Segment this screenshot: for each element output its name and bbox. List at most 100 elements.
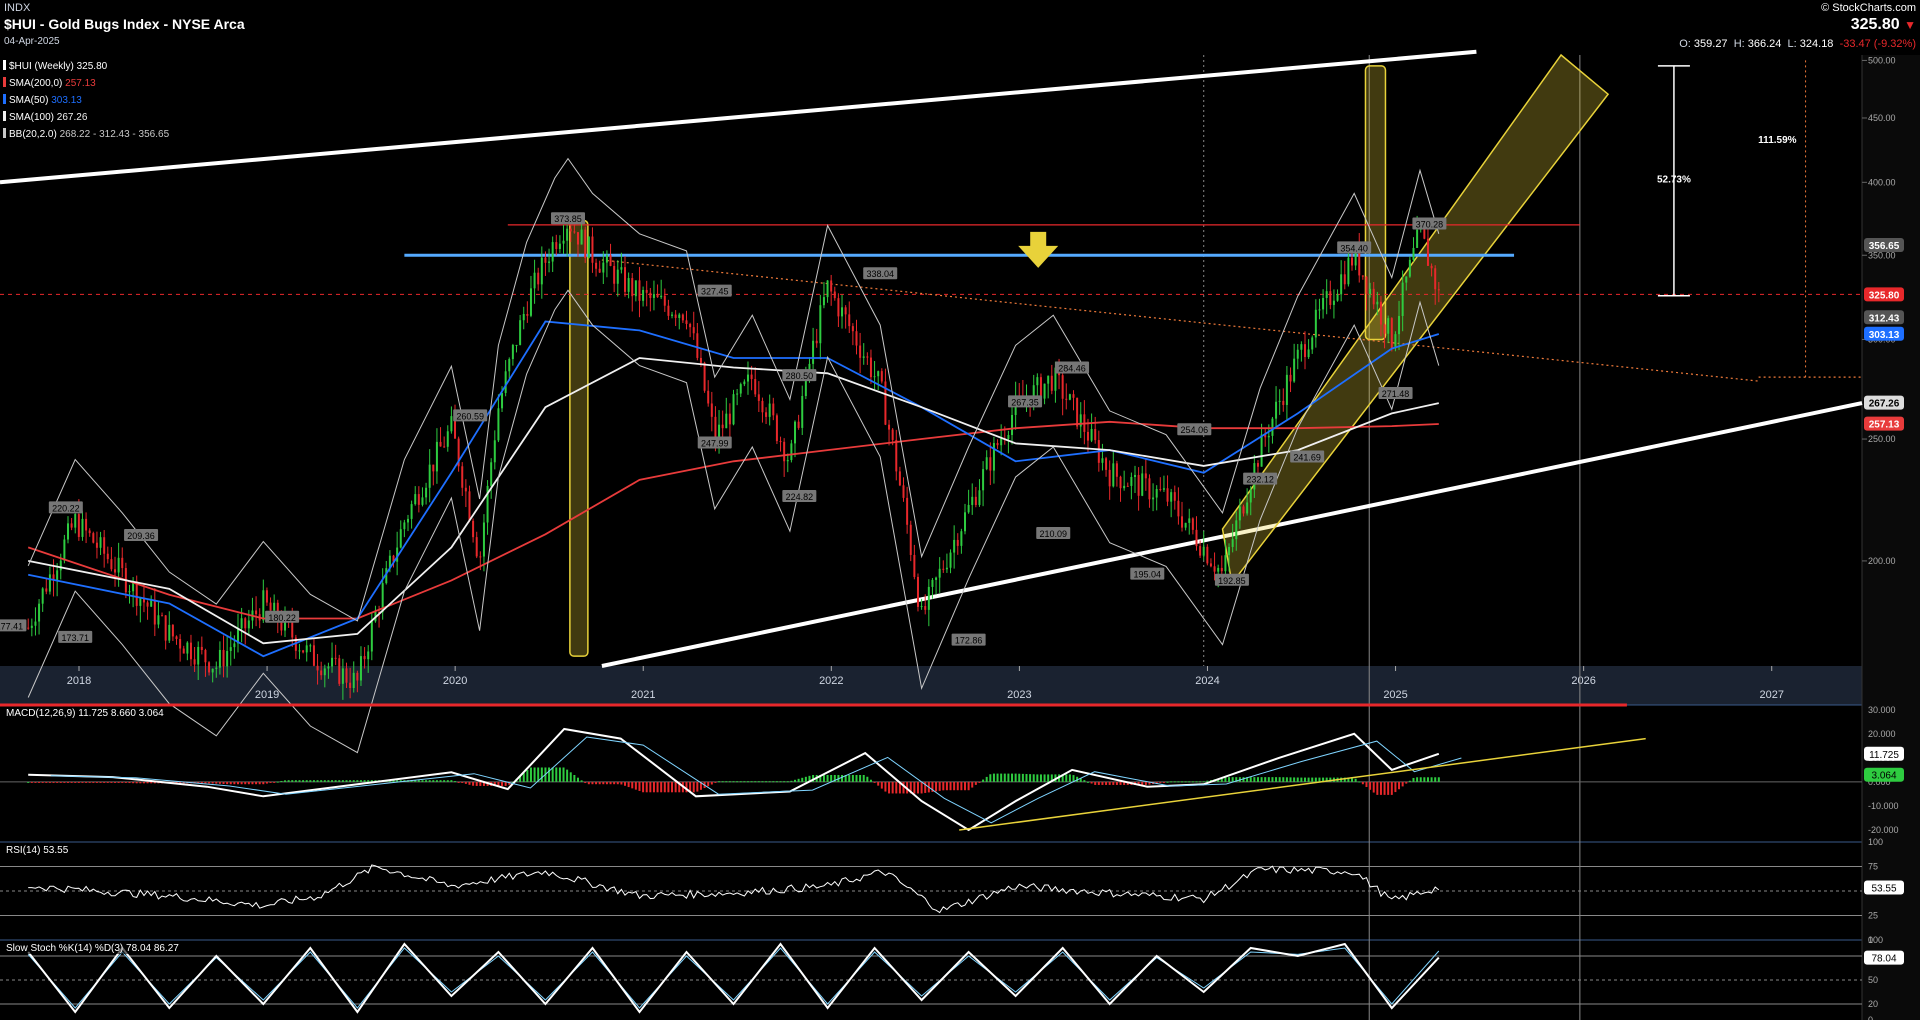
candle-body — [1238, 506, 1241, 521]
macd-histogram-bar — [645, 781, 648, 793]
candle-body — [963, 512, 966, 532]
candle-body — [833, 291, 836, 299]
macd-histogram-bar — [841, 774, 844, 782]
candle-body — [960, 531, 963, 546]
candle-body — [671, 314, 674, 316]
macd-histogram-bar — [1358, 781, 1361, 783]
candle-body — [674, 314, 677, 318]
candle-body — [779, 441, 782, 443]
macd-histogram-bar — [888, 781, 891, 794]
macd-histogram-bar — [1228, 777, 1231, 782]
candle-body — [529, 288, 532, 316]
macd-histogram-bar — [1430, 777, 1433, 782]
candle-body — [537, 272, 540, 285]
candle-body — [189, 642, 192, 660]
candle-body — [327, 666, 330, 669]
price-annotation: 173.71 — [61, 633, 89, 643]
macd-histogram-bar — [1361, 781, 1364, 785]
candle-body — [1387, 318, 1390, 334]
macd-histogram-bar — [106, 781, 109, 783]
candle-body — [754, 379, 757, 395]
candle-body — [1282, 400, 1285, 405]
candle-body — [406, 518, 409, 523]
macd-histogram-bar — [1173, 781, 1176, 783]
candle-body — [316, 665, 319, 671]
candle-body — [273, 602, 276, 611]
candle-body — [244, 618, 247, 629]
macd-histogram-bar — [1047, 774, 1050, 782]
macd-histogram-bar — [1184, 781, 1187, 783]
macd-histogram-bar — [1018, 773, 1021, 782]
candle-body — [605, 255, 608, 263]
macd-histogram-bar — [891, 781, 894, 794]
macd-histogram-bar — [63, 781, 66, 783]
candle-body — [81, 518, 84, 537]
candle-body — [171, 624, 174, 637]
candle-body — [841, 307, 844, 317]
macd-histogram-bar — [794, 779, 797, 782]
macd-histogram-bar — [1282, 777, 1285, 782]
macd-histogram-bar — [555, 767, 558, 782]
candle-body — [1408, 259, 1411, 277]
candle-body — [909, 524, 912, 555]
candle-body — [1307, 349, 1310, 358]
candle-body — [891, 429, 894, 440]
candle-body — [302, 650, 305, 653]
macd-marker-label: 11.725 — [1869, 750, 1899, 761]
chart-canvas[interactable]: 2018201920202021202220232024202520262027… — [0, 0, 1920, 1020]
macd-histogram-bar — [634, 781, 637, 790]
candle-body — [1267, 435, 1270, 438]
candle-body — [1126, 485, 1129, 487]
legend-swatch — [3, 94, 6, 104]
macd-histogram-bar — [229, 781, 232, 785]
macd-histogram-bar — [540, 767, 543, 782]
macd-histogram-bar — [1372, 781, 1375, 793]
candle-body — [982, 469, 985, 491]
macd-histogram-bar — [1119, 781, 1122, 785]
candle-body — [1072, 394, 1075, 398]
highlight-bar-2024 — [1364, 65, 1387, 341]
candle-body — [414, 494, 417, 505]
macd-histogram-bar — [765, 781, 768, 783]
candle-body — [1148, 478, 1151, 500]
candle-body — [222, 649, 225, 667]
candle-body — [352, 672, 355, 689]
candle-body — [359, 656, 362, 681]
candle-body — [1217, 567, 1220, 572]
macd-histogram-bar — [345, 780, 348, 782]
candle-body — [446, 431, 449, 447]
macd-histogram-bar — [251, 781, 254, 785]
candle-body — [1365, 276, 1368, 295]
candle-body — [482, 522, 485, 557]
macd-histogram-bar — [696, 781, 699, 792]
x-tick-label: 2022 — [819, 675, 843, 687]
rsi-tick: 75 — [1868, 862, 1878, 872]
candle-body — [1050, 375, 1053, 391]
candle-body — [1206, 546, 1209, 564]
candle-body — [211, 668, 214, 673]
macd-histogram-bar — [132, 781, 135, 784]
candle-body — [1434, 268, 1437, 290]
macd-histogram-bar — [273, 781, 276, 783]
macd-histogram-bar — [728, 781, 731, 783]
candle-body — [298, 650, 301, 652]
candle-body — [1437, 289, 1440, 291]
candle-body — [935, 577, 938, 580]
candle-body — [801, 396, 804, 428]
candle-body — [703, 362, 706, 391]
macd-histogram-bar — [1426, 777, 1429, 782]
macd-histogram-bar — [124, 781, 127, 783]
macd-histogram-bar — [1014, 773, 1017, 782]
candle-body — [888, 424, 891, 430]
candle-body — [873, 376, 876, 378]
macd-histogram-bar — [801, 777, 804, 782]
candle-body — [967, 504, 970, 513]
candle-body — [1303, 344, 1306, 358]
macd-histogram-bar — [450, 780, 453, 782]
macd-histogram-bar — [1293, 777, 1296, 782]
macd-histogram-bar — [435, 780, 438, 782]
macd-histogram-bar — [1300, 777, 1303, 782]
candle-body — [1430, 265, 1433, 269]
macd-histogram-bar — [85, 781, 88, 783]
candle-body — [609, 255, 612, 266]
